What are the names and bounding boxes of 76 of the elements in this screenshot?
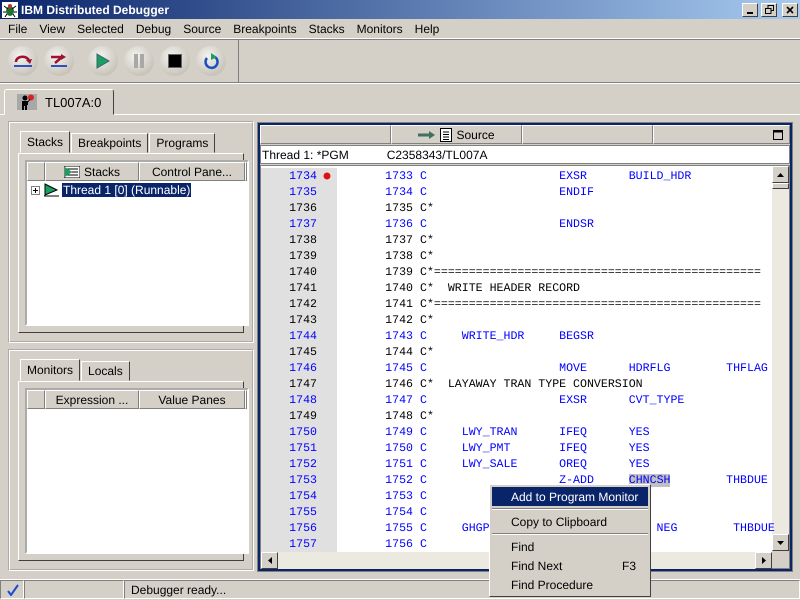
statement-number: 1734 <box>384 186 413 198</box>
code-line: C* <box>420 234 434 246</box>
statement-number: 1747 <box>384 394 413 406</box>
statement-number: 1733 <box>384 170 413 182</box>
code-line: C MOVE HDRFLG THFLAG <box>420 362 768 374</box>
statement-number: 1739 <box>384 266 413 278</box>
code-line: C <box>420 538 427 550</box>
line-number: 1749 <box>289 410 317 422</box>
code-line: C* WRITE HEADER RECORD <box>420 282 580 294</box>
line-number: 1746 <box>289 362 317 374</box>
statement-number: 1742 <box>384 314 413 326</box>
statement-number: 1741 <box>384 298 413 310</box>
statement-number: 1745 <box>384 362 413 374</box>
statement-number: 1756 <box>384 538 413 550</box>
statement-number: 1736 <box>384 218 413 230</box>
line-number: 1754 <box>289 490 317 502</box>
line-number: 1748 <box>289 394 317 406</box>
line-number: 1740 <box>289 266 317 278</box>
program-label: C2358343/TL007A <box>386 148 488 162</box>
code-line: C*=============================================== <box>420 298 761 310</box>
code-line: C* <box>420 346 434 358</box>
code-line: C LWY_TRAN IFEQ YES <box>420 426 650 438</box>
code-line: C GHGP <box>420 522 490 534</box>
code-line: C* <box>420 314 434 326</box>
statement-number: 1748 <box>384 410 413 422</box>
line-number: 1750 <box>289 426 317 438</box>
code-text: NEG THBDUE <box>656 522 775 534</box>
line-number: 1735 <box>289 186 317 198</box>
code-line: C* <box>420 202 434 214</box>
line-number: 1743 <box>289 314 317 326</box>
line-number: 1739 <box>289 250 317 262</box>
code-line: C LWY_SALE OREQ YES <box>420 458 650 470</box>
line-number: 1751 <box>289 442 317 454</box>
statement-number: 1744 <box>384 346 413 358</box>
line-number: 1744 <box>289 330 317 342</box>
line-number: 1736 <box>289 202 317 214</box>
code-line: C <box>420 490 427 502</box>
line-number: 1741 <box>289 282 317 294</box>
code-line: C ENDIF <box>420 186 594 198</box>
line-number: 1745 <box>289 346 317 358</box>
code-line: C WRITE_HDR BEGSR <box>420 330 594 342</box>
statement-number: 1753 <box>384 490 413 502</box>
line-number: 1752 <box>289 458 317 470</box>
statement-number: 1743 <box>384 330 413 342</box>
code-line: C ENDSR <box>420 218 594 230</box>
statement-number: 1750 <box>384 442 413 454</box>
code-line: C EXSR BUILD_HDR <box>420 170 692 182</box>
statement-number: 1740 <box>384 282 413 294</box>
line-number: 1757 <box>289 538 317 550</box>
statement-number: 1755 <box>384 522 413 534</box>
statement-number: 1746 <box>384 378 413 390</box>
line-number: 1738 <box>289 234 317 246</box>
code-line: C EXSR CVT_TYPE <box>420 394 684 406</box>
statement-number: 1735 <box>384 202 413 214</box>
line-number: 1747 <box>289 378 317 390</box>
statement-number: 1752 <box>384 474 413 486</box>
line-number: 1755 <box>289 506 317 518</box>
statement-number: 1749 <box>384 426 413 438</box>
thread-label: Thread 1: *PGM <box>262 148 349 162</box>
code-line: C*=============================================== <box>420 266 761 278</box>
line-number: 1753 <box>289 474 317 486</box>
status-message: Debugger ready... <box>131 582 226 596</box>
statement-number: 1738 <box>384 250 413 262</box>
code-line: C* <box>420 410 434 422</box>
line-number: 1734 <box>289 170 317 182</box>
code-line: C* LAYAWAY TRAN TYPE CONVERSION <box>420 378 643 390</box>
line-number: 1742 <box>289 298 317 310</box>
code-line: C LWY_PMT IFEQ YES <box>420 442 650 454</box>
statement-number: 1751 <box>384 458 413 470</box>
statement-number: 1754 <box>384 506 413 518</box>
window-title: IBM Distributed Debugger <box>21 2 170 16</box>
code-line: C* <box>420 250 434 262</box>
line-number: 1737 <box>289 218 317 230</box>
code-line: C <box>420 506 427 518</box>
line-number: 1756 <box>289 522 317 534</box>
statement-number: 1737 <box>384 234 413 246</box>
